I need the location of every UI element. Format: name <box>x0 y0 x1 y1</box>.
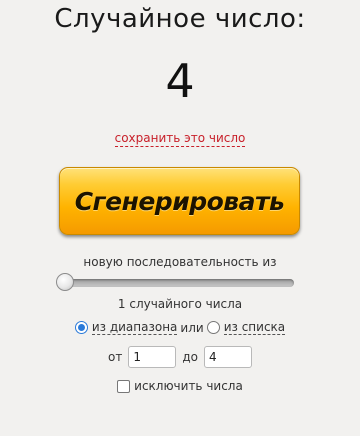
random-number-result: 4 <box>165 54 195 108</box>
sequence-label: новую последовательность из <box>83 255 277 269</box>
exclude-numbers-row: исключить числа <box>0 379 360 393</box>
mode-or-text: или <box>180 320 204 335</box>
range-inputs: от до <box>0 346 360 368</box>
exclude-numbers-checkbox[interactable] <box>117 379 131 393</box>
range-from-label: от <box>108 350 123 364</box>
save-number-link-row: сохранить это число <box>0 131 360 147</box>
list-mode-radio[interactable] <box>206 321 220 334</box>
range-to-input[interactable] <box>203 346 252 368</box>
mode-selector: из диапазона или из списка <box>0 320 360 335</box>
count-slider-thumb[interactable] <box>56 273 74 291</box>
range-from-input[interactable] <box>128 346 177 368</box>
save-number-link[interactable]: сохранить это число <box>114 131 246 147</box>
count-label: 1 случайного числа <box>117 297 243 311</box>
generate-button-label: Сгенерировать <box>74 186 285 216</box>
exclude-numbers-label[interactable]: исключить числа <box>134 379 243 393</box>
generate-button[interactable]: Сгенерировать <box>59 167 300 235</box>
range-to-label: до <box>182 350 198 364</box>
page-title: Случайное число: <box>54 4 306 34</box>
count-slider-track[interactable] <box>60 279 294 287</box>
list-mode-label[interactable]: из списка <box>223 320 286 335</box>
range-mode-label[interactable]: из диапазона <box>91 320 178 335</box>
range-mode-radio[interactable] <box>74 321 88 334</box>
